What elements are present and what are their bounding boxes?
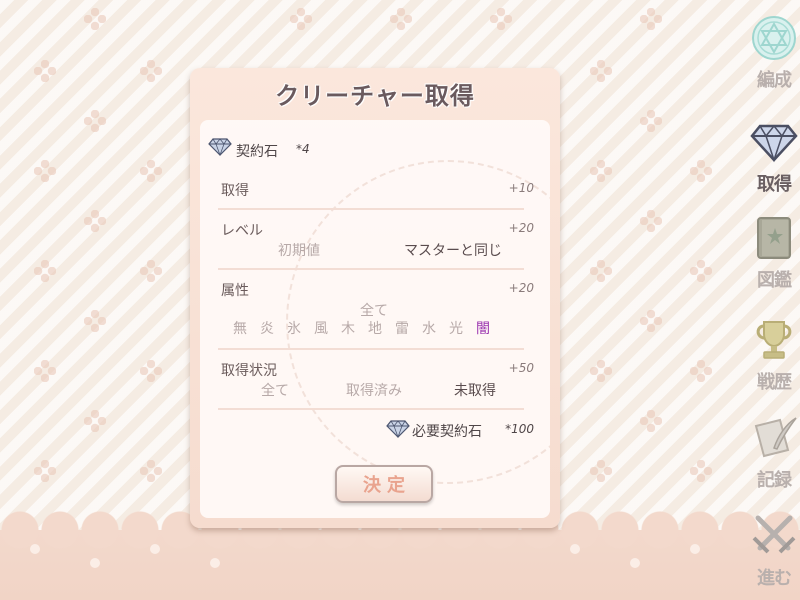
- hexagram-icon: [752, 16, 796, 60]
- element-dark[interactable]: 闇: [474, 318, 492, 338]
- element-wind[interactable]: 風: [312, 318, 330, 338]
- status-option-acquired[interactable]: 取得済み: [346, 380, 402, 400]
- side-menu-label: 進む: [757, 568, 792, 589]
- contract-stone-icon: [208, 138, 232, 156]
- side-menu-item-proceed[interactable]: 進む: [748, 512, 800, 590]
- side-menu-label: 編成: [757, 70, 792, 91]
- level-label: レベル: [221, 223, 263, 239]
- divider: [218, 208, 524, 210]
- side-menu-item-records[interactable]: 記録: [748, 414, 800, 492]
- side-menu-label: 取得: [757, 174, 792, 195]
- element-thunder[interactable]: 雷: [393, 318, 411, 338]
- element-ice[interactable]: 氷: [285, 318, 303, 338]
- contract-stone-icon: [386, 420, 410, 438]
- diamond-icon: [750, 124, 798, 163]
- element-wood[interactable]: 木: [339, 318, 357, 338]
- crossed-swords-icon: [752, 515, 796, 554]
- status-label: 取得状況: [221, 363, 277, 379]
- required-stones-count: *100: [505, 422, 534, 436]
- level-option-initial[interactable]: 初期値: [278, 240, 320, 260]
- panel-title: クリーチャー取得: [275, 82, 475, 110]
- status-cost: +50: [508, 361, 534, 375]
- attribute-option-all[interactable]: 全て: [360, 300, 388, 320]
- side-menu-item-formation[interactable]: 編成: [748, 14, 800, 92]
- status-option-unacquired[interactable]: 未取得: [454, 380, 496, 400]
- acquire-label: 取得: [221, 183, 249, 199]
- status-option-all[interactable]: 全て: [261, 380, 289, 400]
- side-menu-label: 図鑑: [757, 270, 792, 291]
- element-light[interactable]: 光: [447, 318, 465, 338]
- acquire-options: 契約石 *4 取得 +10 レベル +20 初期値 マスターと同じ 属性 +20…: [200, 120, 550, 518]
- stones-label: 契約石: [236, 144, 278, 160]
- element-none[interactable]: 無: [231, 318, 249, 338]
- required-stones-label: 必要契約石: [412, 424, 482, 440]
- element-water[interactable]: 水: [420, 318, 438, 338]
- side-menu-item-acquire[interactable]: 取得: [748, 118, 800, 196]
- element-fire[interactable]: 炎: [258, 318, 276, 338]
- acquire-cost: +10: [508, 181, 534, 195]
- level-option-same-as-master[interactable]: マスターと同じ: [404, 240, 502, 260]
- attribute-cost: +20: [508, 281, 534, 295]
- side-menu-label: 戦歴: [757, 372, 792, 393]
- divider: [218, 268, 524, 270]
- confirm-button[interactable]: 決定: [335, 465, 433, 503]
- book-icon: [757, 217, 791, 259]
- trophy-icon: [756, 321, 792, 359]
- side-menu-item-battle-record[interactable]: 戦歴: [748, 316, 800, 394]
- attribute-label: 属性: [221, 283, 249, 299]
- level-cost: +20: [508, 221, 534, 235]
- creature-acquire-panel: クリーチャー取得 契約石 *4 取得 +10 レベル +20 初期値 マスターと…: [190, 68, 560, 528]
- side-menu-item-encyclopedia[interactable]: 図鑑: [748, 214, 800, 292]
- stones-count: *4: [296, 142, 310, 156]
- side-menu-label: 記録: [757, 470, 792, 491]
- divider: [218, 348, 524, 350]
- quill-scroll-icon: [754, 417, 797, 458]
- element-earth[interactable]: 地: [366, 318, 384, 338]
- divider: [218, 408, 524, 410]
